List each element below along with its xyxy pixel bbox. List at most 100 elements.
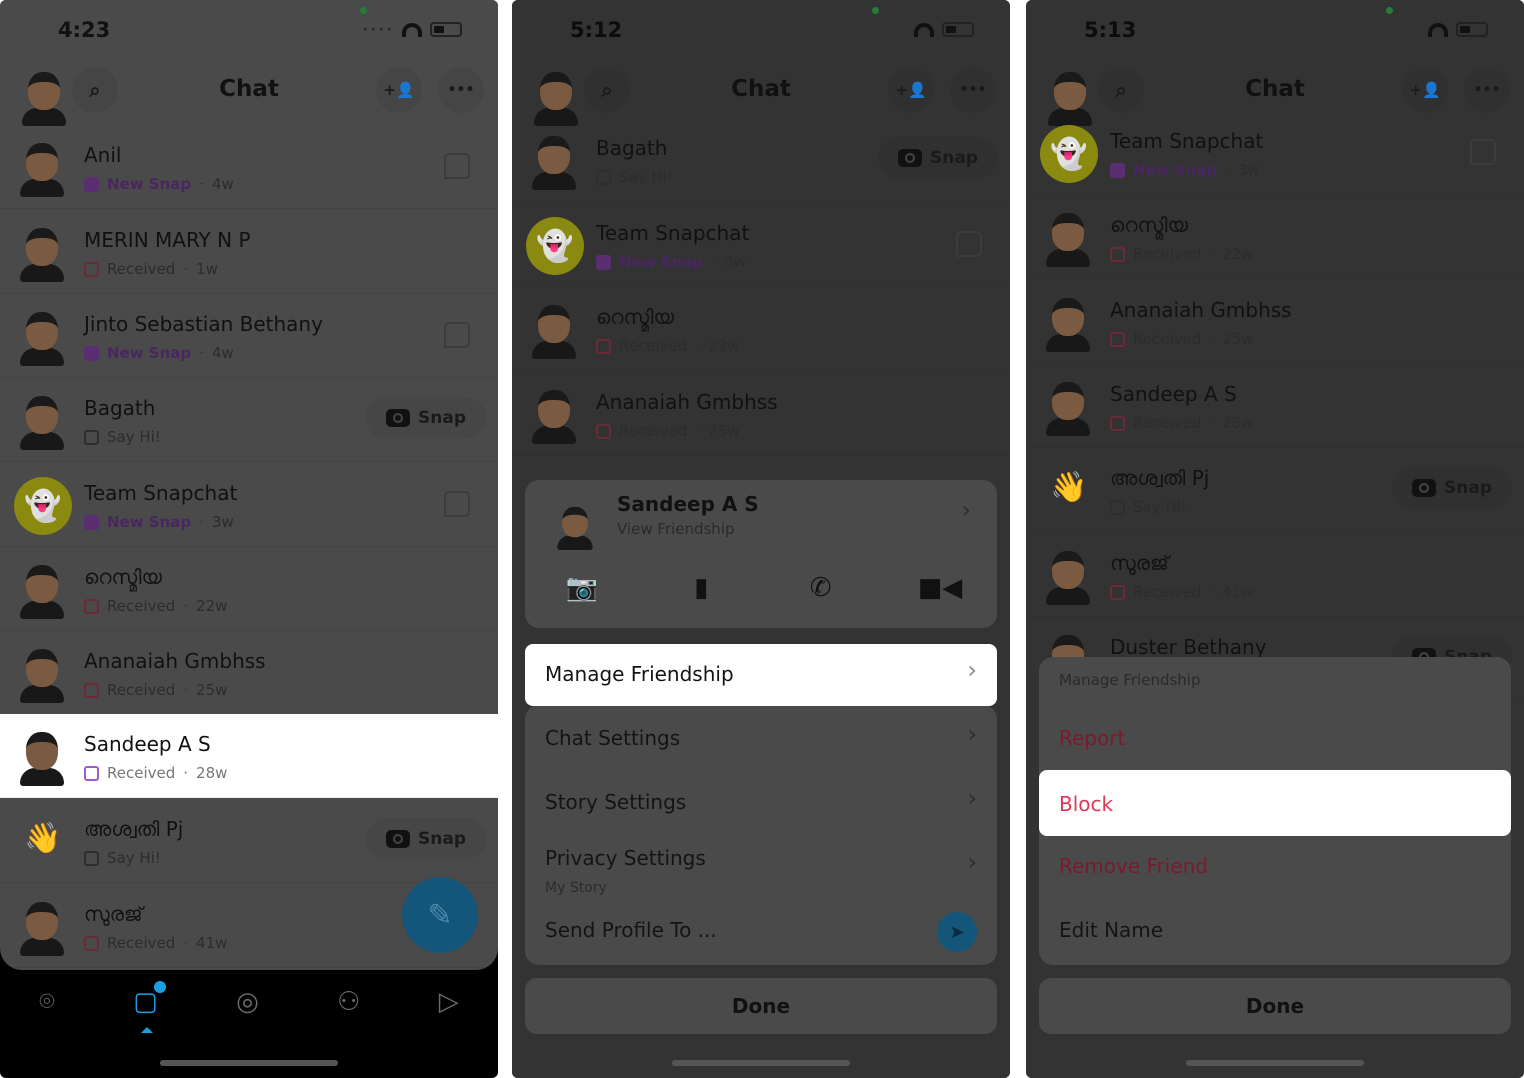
snap-button[interactable]: Snap	[366, 397, 486, 439]
view-friendship-link[interactable]: View Friendship	[617, 520, 735, 538]
add-friend-button[interactable]: +👤	[888, 67, 934, 113]
more-button[interactable]: •••	[1464, 67, 1510, 113]
received-status-icon	[84, 598, 99, 614]
received-status-icon	[1110, 246, 1125, 262]
page-title: Chat	[1245, 76, 1305, 102]
chat-bubble-icon[interactable]	[956, 231, 982, 257]
chat-list-item[interactable]: Jinto Sebastian Bethany New Snap · 4w	[0, 294, 498, 378]
nav-camera-icon[interactable]: ◎	[236, 987, 259, 1017]
snap-button[interactable]: Snap	[878, 137, 998, 179]
snap-button[interactable]: Snap	[366, 818, 486, 860]
contact-name: Ananaiah Gmbhss	[1110, 298, 1292, 322]
avatar-body	[20, 179, 64, 197]
camera-indicator	[872, 7, 879, 14]
chat-list-item[interactable]: 👻 Team Snapchat New Snap · 3w	[512, 203, 1010, 287]
avatar-body	[20, 685, 64, 703]
bitmoji-avatar	[14, 643, 70, 703]
chat-list-item[interactable]: MERIN MARY N P Received · 1w	[0, 210, 498, 294]
timestamp: 3w	[723, 253, 746, 271]
menu-item-privacy-settings[interactable]: Privacy Settings My Story ›	[525, 836, 997, 898]
status-text: New Snap	[107, 175, 192, 193]
chat-status: New Snap · 3w	[1110, 161, 1260, 179]
add-friend-button[interactable]: +👤	[1402, 67, 1448, 113]
status-text: Received	[619, 337, 688, 355]
contact-name: Sandeep A S	[84, 732, 211, 756]
chat-status: Received · 22w	[596, 337, 739, 355]
chat-bubble-icon[interactable]	[444, 322, 470, 348]
nav-chat-icon[interactable]: ▢	[133, 981, 166, 1033]
chat-list-item[interactable]: Sandeep A S Received · 28w	[1026, 364, 1524, 448]
add-friend-button[interactable]: +👤	[376, 67, 422, 113]
nav-map-icon[interactable]: ⌾	[39, 987, 55, 1018]
wifi-icon	[914, 22, 934, 37]
chat-bubble-icon[interactable]	[1470, 139, 1496, 165]
menu-item-remove-friend[interactable]: Remove Friend	[1039, 836, 1511, 898]
send-icon[interactable]: ➤	[937, 912, 977, 952]
status-text: Received	[107, 597, 176, 615]
avatar-head	[1052, 382, 1084, 420]
contact-name: Bagath	[596, 136, 668, 160]
menu-item-manage-friendship[interactable]: Manage Friendship ›	[525, 644, 997, 706]
avatar-head	[26, 732, 58, 770]
nav-friends-icon[interactable]: ⚇	[337, 987, 360, 1017]
chat-list-item[interactable]: Ananaiah Gmbhss Received · 25w	[0, 631, 498, 715]
avatar-head	[26, 902, 58, 940]
chat-list-item[interactable]: 👋 അശ്വതി Pj Say Hi! Snap	[0, 799, 498, 883]
home-indicator	[160, 1060, 338, 1066]
avatar-head	[538, 305, 570, 343]
friend-name[interactable]: Sandeep A S	[617, 492, 759, 516]
bottom-nav: ⌾ ▢ ◎ ⚇ ▷	[0, 972, 498, 1033]
bitmoji-avatar	[14, 390, 70, 450]
contact-name: Team Snapchat	[1110, 129, 1264, 153]
chat-list-item[interactable]: Ananaiah Gmbhss Received · 25w	[512, 372, 1010, 456]
separator: ·	[1225, 161, 1230, 179]
camera-button[interactable]: 📷	[537, 564, 627, 612]
menu-item-story-settings[interactable]: Story Settings ›	[525, 772, 997, 834]
chat-list-item[interactable]: Bagath Say Hi! Snap	[0, 378, 498, 462]
chat-list-item[interactable]: Sandeep A S Received · 28w	[0, 714, 498, 798]
more-button[interactable]: •••	[438, 67, 484, 113]
chat-list-item[interactable]: റെസ്മിയ Received · 22w	[1026, 195, 1524, 279]
chat-list-item[interactable]: Anil New Snap · 4w	[0, 125, 498, 209]
chat-list-item[interactable]: റെസ്മിയ Received · 22w	[512, 287, 1010, 371]
done-button[interactable]: Done	[1039, 978, 1511, 1034]
new-chat-button[interactable]: ✎	[402, 877, 478, 953]
menu-item-block[interactable]: Block	[1039, 770, 1511, 836]
battery-icon	[1456, 22, 1488, 37]
chat-bubble-icon[interactable]	[444, 491, 470, 517]
contact-name: Duster Bethany	[1110, 635, 1267, 659]
nav-stories-icon[interactable]: ▷	[439, 987, 459, 1017]
done-button[interactable]: Done	[525, 978, 997, 1034]
snap-button[interactable]: Snap	[1392, 467, 1512, 509]
more-button[interactable]: •••	[950, 67, 996, 113]
bitmoji-avatar	[1040, 376, 1096, 436]
menu-item-edit-name[interactable]: Edit Name	[1039, 900, 1511, 962]
menu-item-chat-settings[interactable]: Chat Settings ›	[525, 708, 997, 770]
chat-list-item[interactable]: 👻 Team Snapchat New Snap · 3w	[1026, 111, 1524, 195]
sayhi-status-icon	[84, 850, 99, 866]
menu-item-send-profile-to[interactable]: Send Profile To ... ➤	[525, 900, 997, 962]
chat-list-item[interactable]: Bagath Say Hi! Snap	[512, 118, 1010, 202]
menu-item-report[interactable]: Report	[1039, 708, 1511, 770]
phone-button[interactable]: ✆	[776, 564, 866, 612]
timestamp: 22w	[196, 597, 228, 615]
timestamp: 25w	[196, 681, 228, 699]
snap-label: Snap	[1444, 478, 1492, 498]
chat-list-item[interactable]: റെസ്മിയ Received · 22w	[0, 547, 498, 631]
chat-list-item[interactable]: 👋 അശ്വതി Pj Say Hi! Snap	[1026, 448, 1524, 532]
bitmoji-avatar	[1040, 207, 1096, 267]
separator: ·	[183, 260, 189, 278]
ghost-icon: 👻	[14, 477, 72, 535]
chat-list-item[interactable]: 👻 Team Snapchat New Snap · 3w	[0, 463, 498, 547]
chat-bubble-icon[interactable]	[444, 153, 470, 179]
chat-list-item[interactable]: സുരജ് Received · 41w	[1026, 533, 1524, 617]
avatar-head	[26, 565, 58, 603]
chat-button[interactable]: ▮	[656, 564, 746, 612]
avatar-head	[26, 228, 58, 266]
timestamp: 41w	[1222, 583, 1254, 601]
status-text: New Snap	[107, 513, 192, 531]
video-button[interactable]: ■◀	[895, 564, 985, 612]
chat-status: New Snap · 3w	[84, 513, 234, 531]
chat-status: Received · 41w	[1110, 583, 1253, 601]
chat-list-item[interactable]: Ananaiah Gmbhss Received · 25w	[1026, 280, 1524, 364]
